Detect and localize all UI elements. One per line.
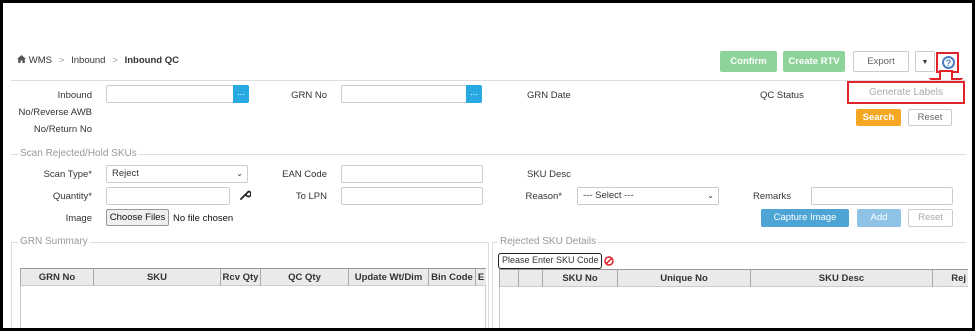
sku-desc-label: SKU Desc xyxy=(527,169,571,180)
to-lpn-input[interactable] xyxy=(341,187,483,205)
breadcrumb-item-wms[interactable]: WMS xyxy=(29,55,52,66)
grn-no-input[interactable] xyxy=(341,85,467,103)
help-icon: ? xyxy=(942,56,955,69)
column-header[interactable]: GRN No xyxy=(20,269,94,286)
column-header[interactable]: Unique No xyxy=(618,270,751,287)
breadcrumb: WMS > Inbound > Inbound QC xyxy=(17,55,179,66)
column-header[interactable]: QC Qty xyxy=(261,269,349,286)
add-button[interactable]: Add xyxy=(857,209,901,227)
divider xyxy=(11,80,966,81)
generate-labels-label: Generate Labels xyxy=(869,87,943,98)
confirm-button[interactable]: Confirm xyxy=(720,51,777,72)
grn-no-label: GRN No xyxy=(291,90,327,101)
chevron-down-icon: ⌄ xyxy=(236,169,243,178)
ean-code-label: EAN Code xyxy=(282,169,327,180)
clear-icon[interactable] xyxy=(604,256,614,269)
ean-code-input[interactable] xyxy=(341,165,483,183)
column-header[interactable]: SKU xyxy=(94,269,221,286)
grn-summary-table-header: GRN No SKU Rcv Qty QC Qty Update Wt/Dim … xyxy=(20,268,486,286)
column-header[interactable]: Bin Code xyxy=(429,269,476,286)
header-reset-button[interactable]: Reset xyxy=(908,109,952,126)
column-header[interactable]: SKU No xyxy=(543,270,618,287)
rejected-details-table-body xyxy=(499,287,968,328)
no-file-text: No file chosen xyxy=(173,213,234,224)
column-header[interactable] xyxy=(519,270,543,287)
more-dropdown-button[interactable]: ▼ xyxy=(915,51,935,72)
column-header[interactable] xyxy=(499,270,519,287)
create-rtv-button[interactable]: Create RTV xyxy=(783,51,845,72)
sku-code-placeholder: Please Enter SKU Code xyxy=(502,255,599,265)
grn-summary-table-body xyxy=(20,286,486,328)
column-header[interactable]: Rej xyxy=(933,270,968,287)
column-header[interactable]: E xyxy=(476,269,486,286)
choose-files-button[interactable]: Choose Files xyxy=(106,209,169,226)
export-button[interactable]: Export xyxy=(853,51,909,72)
quantity-input[interactable] xyxy=(106,187,230,205)
reason-select[interactable]: --- Select --- ⌄ xyxy=(577,187,719,205)
inbound-label-line3: No/Return No xyxy=(33,124,92,135)
column-header[interactable]: SKU Desc xyxy=(751,270,933,287)
inbound-no-input[interactable] xyxy=(106,85,234,103)
search-button[interactable]: Search xyxy=(856,109,901,126)
scan-reset-button[interactable]: Reset xyxy=(908,209,953,227)
quantity-label: Quantity* xyxy=(52,191,92,202)
inbound-label: Inbound xyxy=(57,90,92,101)
reason-value: --- Select --- xyxy=(583,190,634,201)
scan-type-select[interactable]: Reject ⌄ xyxy=(106,165,248,183)
scan-type-label: Scan Type* xyxy=(43,169,92,180)
scan-section-legend: Scan Rejected/Hold SKUs xyxy=(18,148,139,159)
scan-type-value: Reject xyxy=(112,168,139,179)
divider xyxy=(11,154,966,155)
breadcrumb-current: Inbound QC xyxy=(124,55,179,66)
sku-code-search-box[interactable]: Please Enter SKU Code xyxy=(498,253,602,269)
inbound-lookup-button[interactable]: ... xyxy=(233,85,249,103)
inbound-label-line2: No/Reverse AWB xyxy=(18,107,92,118)
reason-label: Reason* xyxy=(525,191,562,202)
grn-lookup-button[interactable]: ... xyxy=(466,85,482,103)
breadcrumb-separator: > xyxy=(58,55,65,66)
app-frame: WMS > Inbound > Inbound QC Confirm Creat… xyxy=(0,0,975,331)
column-header[interactable]: Update Wt/Dim xyxy=(349,269,429,286)
remarks-input[interactable] xyxy=(811,187,953,205)
remarks-label: Remarks xyxy=(753,191,792,202)
breadcrumb-item-inbound[interactable]: Inbound xyxy=(71,55,105,66)
rejected-details-table-header: SKU No Unique No SKU Desc Rej xyxy=(499,269,968,287)
chevron-down-icon: ⌄ xyxy=(707,191,714,200)
breadcrumb-separator: > xyxy=(112,55,118,66)
caret-down-icon: ▼ xyxy=(921,59,929,66)
column-header[interactable]: Rcv Qty xyxy=(221,269,261,286)
capture-image-button[interactable]: Capture Image xyxy=(761,209,849,227)
grn-date-label: GRN Date xyxy=(527,90,571,101)
to-lpn-label: To LPN xyxy=(295,191,327,202)
home-icon[interactable] xyxy=(17,55,26,63)
qc-status-label: QC Status xyxy=(760,90,804,101)
generate-labels-button[interactable]: Generate Labels xyxy=(847,81,965,104)
wrench-icon[interactable] xyxy=(240,189,252,203)
image-label: Image xyxy=(65,213,92,224)
